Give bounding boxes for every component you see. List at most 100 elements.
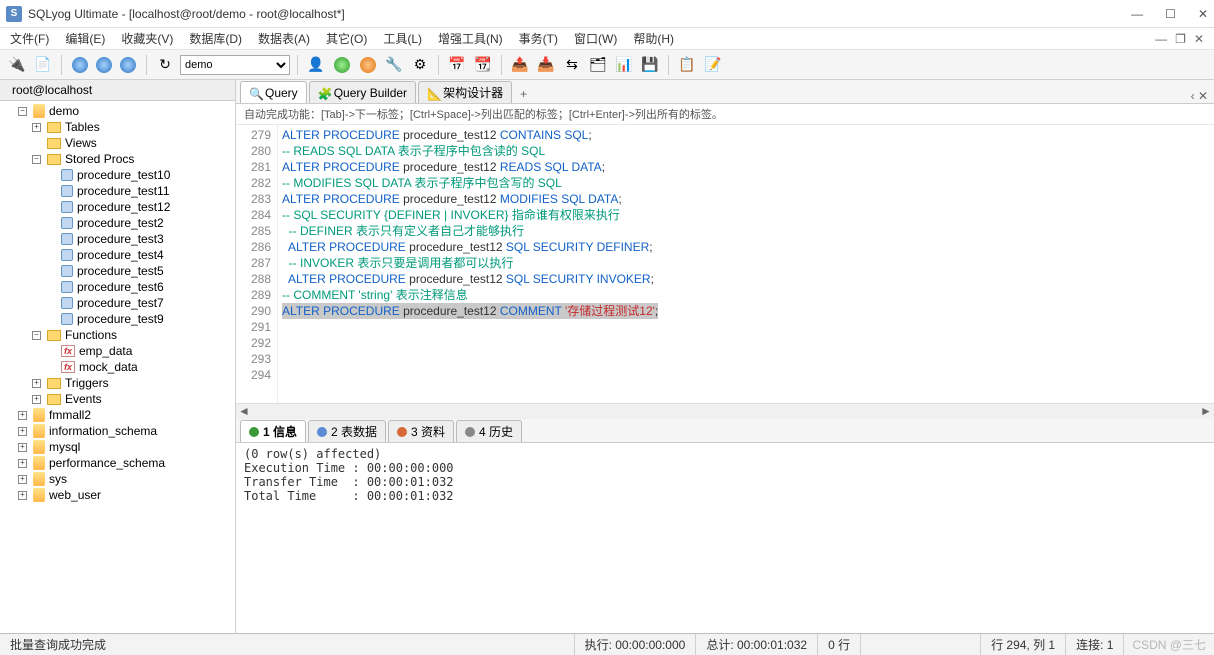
sql-editor[interactable]: 2792802812822832842852862872882892902912… <box>236 125 1214 403</box>
db-item[interactable]: +mysql <box>18 439 235 455</box>
tree: −demo + Tables Views −Stored Procs proced… <box>0 101 235 633</box>
sync-icon[interactable]: ⇆ <box>561 54 583 76</box>
menu-table[interactable]: 数据表(A) <box>258 30 310 47</box>
menu-help[interactable]: 帮助(H) <box>633 30 674 47</box>
expand-icon[interactable]: + <box>32 123 41 132</box>
rtab-history[interactable]: 4 历史 <box>456 420 522 442</box>
connection-header[interactable]: root@localhost <box>0 80 235 101</box>
folder-stored-procs[interactable]: −Stored Procs <box>32 151 235 167</box>
copy-icon[interactable]: 📋 <box>676 54 698 76</box>
folder-views[interactable]: Views <box>32 135 235 151</box>
db-item[interactable]: +sys <box>18 471 235 487</box>
folder-tables[interactable]: + Tables <box>32 119 235 135</box>
tool-icon[interactable] <box>357 54 379 76</box>
tab-schema-designer[interactable]: 📐架构设计器 <box>418 81 512 103</box>
tab-query[interactable]: 🔍Query <box>240 81 307 103</box>
menu-favorites[interactable]: 收藏夹(V) <box>121 30 173 47</box>
procedure-icon <box>61 233 73 245</box>
expand-icon[interactable]: + <box>18 427 27 436</box>
minimize-button[interactable]: — <box>1131 7 1143 21</box>
backup-icon[interactable]: 💾 <box>639 54 661 76</box>
mdi-close-button[interactable]: ✕ <box>1194 32 1204 46</box>
expand-icon[interactable]: + <box>18 443 27 452</box>
proc-item[interactable]: procedure_test5 <box>46 263 235 279</box>
stop-icon[interactable] <box>331 54 353 76</box>
tab-query-builder[interactable]: 🧩Query Builder <box>309 81 416 103</box>
mdi-minimize-button[interactable]: — <box>1155 32 1167 46</box>
proc-item[interactable]: procedure_test2 <box>46 215 235 231</box>
execute-icon[interactable] <box>69 54 91 76</box>
compare-icon[interactable]: 📊 <box>613 54 635 76</box>
folder-functions[interactable]: −Functions <box>32 327 235 343</box>
execute-explain-icon[interactable] <box>117 54 139 76</box>
rtab-profile[interactable]: 3 资料 <box>388 420 454 442</box>
expand-icon[interactable]: + <box>18 491 27 500</box>
scroll-left-icon[interactable]: ◄ <box>236 404 252 419</box>
folder-label: Tables <box>65 120 100 134</box>
proc-label: procedure_test7 <box>77 296 164 310</box>
scroll-track[interactable] <box>252 404 1198 419</box>
menu-window[interactable]: 窗口(W) <box>574 30 617 47</box>
new-editor-icon[interactable]: 📄 <box>32 54 54 76</box>
proc-item[interactable]: procedure_test12 <box>46 199 235 215</box>
menu-transaction[interactable]: 事务(T) <box>519 30 558 47</box>
folder-triggers[interactable]: +Triggers <box>32 375 235 391</box>
proc-item[interactable]: procedure_test11 <box>46 183 235 199</box>
collapse-icon[interactable]: − <box>18 107 27 116</box>
result-tabs: 1 信息 2 表数据 3 资料 4 历史 <box>236 419 1214 443</box>
expand-icon[interactable]: + <box>32 395 41 404</box>
add-tab-button[interactable]: + <box>514 85 533 103</box>
close-tabs-icon[interactable]: ‹ ✕ <box>1191 89 1208 103</box>
menu-other[interactable]: 其它(O) <box>326 30 367 47</box>
proc-item[interactable]: procedure_test10 <box>46 167 235 183</box>
db-item[interactable]: +fmmall2 <box>18 407 235 423</box>
results-pane[interactable]: (0 row(s) affected) Execution Time : 00:… <box>236 443 1214 633</box>
new-connection-icon[interactable]: 🔌 <box>6 54 28 76</box>
export-icon[interactable]: 📤 <box>509 54 531 76</box>
function-item[interactable]: fxemp_data <box>46 343 235 359</box>
menu-database[interactable]: 数据库(D) <box>189 30 242 47</box>
expand-icon[interactable]: + <box>18 411 27 420</box>
db-item[interactable]: +performance_schema <box>18 455 235 471</box>
close-button[interactable]: ✕ <box>1198 7 1208 21</box>
maximize-button[interactable]: ☐ <box>1165 7 1176 21</box>
schema-icon[interactable]: 🗂 <box>587 54 609 76</box>
database-selector[interactable]: demo <box>180 55 290 75</box>
mdi-restore-button[interactable]: ❐ <box>1175 32 1186 46</box>
expand-icon[interactable]: + <box>18 459 27 468</box>
menu-advtools[interactable]: 增强工具(N) <box>438 30 503 47</box>
proc-item[interactable]: procedure_test3 <box>46 231 235 247</box>
execute-all-icon[interactable] <box>93 54 115 76</box>
proc-item[interactable]: procedure_test6 <box>46 279 235 295</box>
proc-item[interactable]: procedure_test4 <box>46 247 235 263</box>
gear-icon[interactable]: ⚙ <box>409 54 431 76</box>
calendar2-icon[interactable]: 📆 <box>472 54 494 76</box>
rtab-tabledata[interactable]: 2 表数据 <box>308 420 386 442</box>
tool2-icon[interactable]: 🔧 <box>383 54 405 76</box>
collapse-icon[interactable]: − <box>32 331 41 340</box>
db-item[interactable]: +information_schema <box>18 423 235 439</box>
db-demo[interactable]: −demo <box>18 103 235 119</box>
editor-area: 🔍Query 🧩Query Builder 📐架构设计器 + ‹ ✕ 自动完成功… <box>236 80 1214 633</box>
code-area[interactable]: ALTER PROCEDURE procedure_test12 CONTAIN… <box>278 125 1214 403</box>
database-icon <box>33 456 45 470</box>
calendar-icon[interactable]: 📅 <box>446 54 468 76</box>
menu-edit[interactable]: 编辑(E) <box>65 30 105 47</box>
folder-events[interactable]: +Events <box>32 391 235 407</box>
collapse-icon[interactable]: − <box>32 155 41 164</box>
horizontal-scrollbar[interactable]: ◄ ► <box>236 403 1214 419</box>
function-item[interactable]: fxmock_data <box>46 359 235 375</box>
expand-icon[interactable]: + <box>18 475 27 484</box>
db-item[interactable]: +web_user <box>18 487 235 503</box>
menu-file[interactable]: 文件(F) <box>10 30 49 47</box>
expand-icon[interactable]: + <box>32 379 41 388</box>
menu-tools[interactable]: 工具(L) <box>383 30 422 47</box>
proc-item[interactable]: procedure_test9 <box>46 311 235 327</box>
options-icon[interactable]: 📝 <box>702 54 724 76</box>
rtab-info[interactable]: 1 信息 <box>240 420 306 442</box>
import-icon[interactable]: 📥 <box>535 54 557 76</box>
proc-item[interactable]: procedure_test7 <box>46 295 235 311</box>
scroll-right-icon[interactable]: ► <box>1198 404 1214 419</box>
user-icon[interactable]: 👤 <box>305 54 327 76</box>
refresh-icon[interactable]: ↻ <box>154 54 176 76</box>
